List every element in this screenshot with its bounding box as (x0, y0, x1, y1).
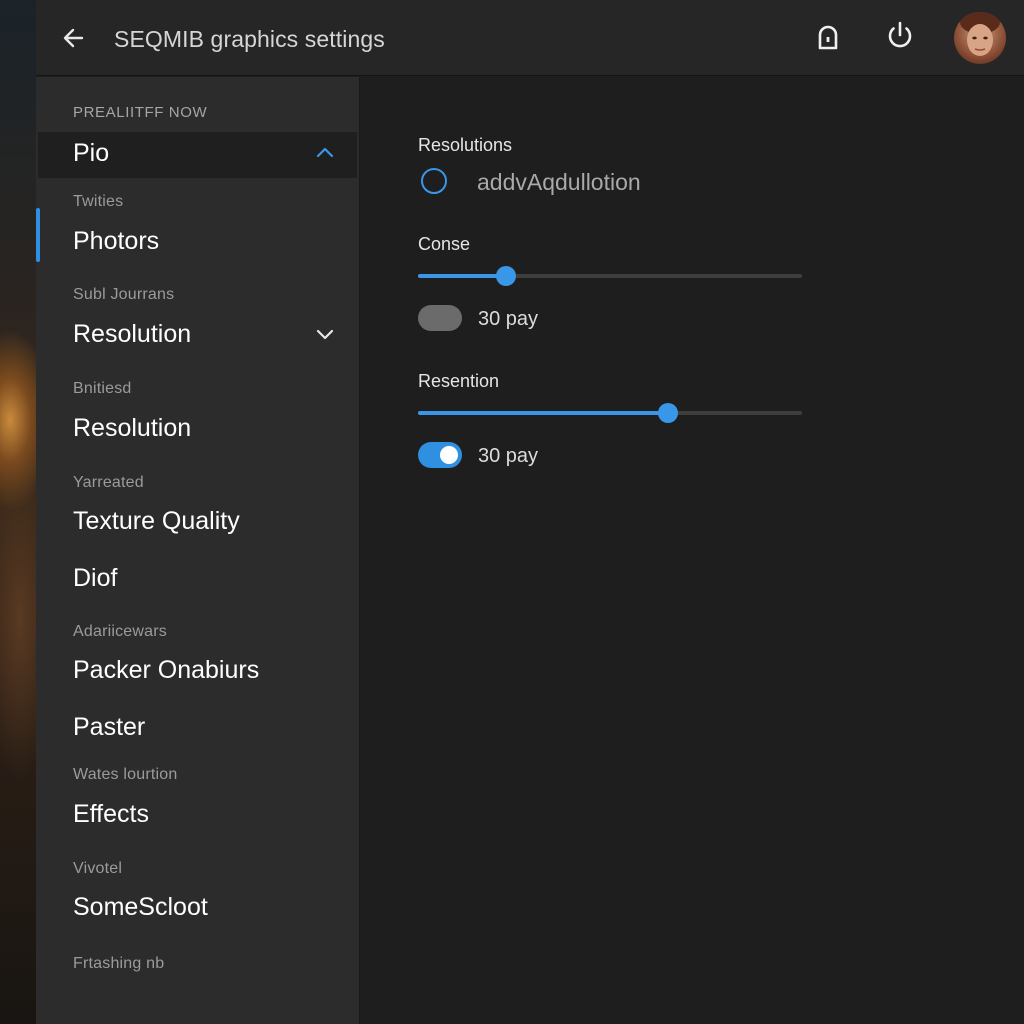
resolutions-label: Resolutions (418, 135, 513, 155)
sidebar-item-somescloot[interactable]: SomeScloot (73, 893, 208, 922)
active-indicator (36, 208, 40, 262)
sidebar-caption: PREALIITFF NOW (73, 104, 208, 121)
sidebar-section-label: Wates lourtion (73, 766, 178, 783)
toggle-knob (422, 309, 440, 327)
slider-thumb[interactable] (657, 403, 678, 423)
toggle-switch-1[interactable] (418, 305, 462, 331)
lock-icon (818, 25, 838, 50)
power-icon (888, 21, 912, 48)
toggle-switch-2[interactable] (418, 442, 462, 468)
conse-label: Conse (418, 234, 471, 254)
sidebar-item-label: Pio (73, 139, 110, 167)
sidebar-item-resolution[interactable]: Resolution (73, 320, 191, 349)
sidebar-item-photors[interactable]: Photors (73, 227, 159, 256)
arrow-left-icon (63, 28, 84, 48)
conse-slider[interactable] (418, 265, 802, 287)
sidebar-section-label: Vivotel (73, 860, 123, 877)
resolution-radio[interactable] (421, 168, 447, 194)
avatar-face-icon (960, 12, 1000, 56)
toggle-knob (440, 446, 458, 464)
sidebar-section-label: Adariicewars (73, 623, 167, 640)
sidebar-section-label: Yarreated (73, 474, 144, 491)
back-button[interactable] (60, 24, 88, 52)
page-title: SEQMIB graphics settings (114, 26, 385, 52)
chevron-down-icon[interactable] (314, 323, 336, 345)
sidebar-item-effects[interactable]: Effects (73, 800, 149, 829)
slider-thumb[interactable] (496, 266, 517, 286)
sidebar-item-resolution-2[interactable]: Resolution (73, 414, 191, 443)
user-avatar[interactable] (954, 12, 1006, 64)
lock-button[interactable] (810, 18, 846, 54)
sidebar-item-paster[interactable]: Paster (73, 713, 145, 742)
sidebar-item-packer-onabiurs[interactable]: Packer Onabiurs (73, 656, 259, 685)
sidebar-section-label: Bnitiesd (73, 380, 132, 397)
toggle-1-label: 30 pay (478, 308, 539, 330)
settings-sidebar: PREALIITFF NOW Pio Twities Photors Subl … (36, 77, 360, 1024)
resention-label: Resention (418, 371, 500, 391)
sidebar-section-label: Twities (73, 193, 124, 210)
top-bar: SEQMIB graphics settings (36, 0, 1024, 76)
background-artwork (0, 0, 36, 1024)
power-button[interactable] (882, 18, 918, 54)
toggle-2-label: 30 pay (478, 445, 539, 467)
settings-panel: Resolutions addvAqdullotion Conse 30 pay… (361, 77, 1024, 1024)
slider-fill (418, 411, 668, 415)
sidebar-item-diof[interactable]: Diof (73, 564, 117, 593)
slider-fill (418, 274, 507, 278)
radio-option-label: addvAqdullotion (477, 169, 641, 195)
sidebar-item-texture-quality[interactable]: Texture Quality (73, 507, 240, 536)
chevron-up-icon[interactable] (314, 142, 336, 164)
resention-slider[interactable] (418, 402, 802, 424)
sidebar-section-label: Frtashing nb (73, 955, 165, 972)
sidebar-section-label: Subl Jourrans (73, 286, 175, 303)
